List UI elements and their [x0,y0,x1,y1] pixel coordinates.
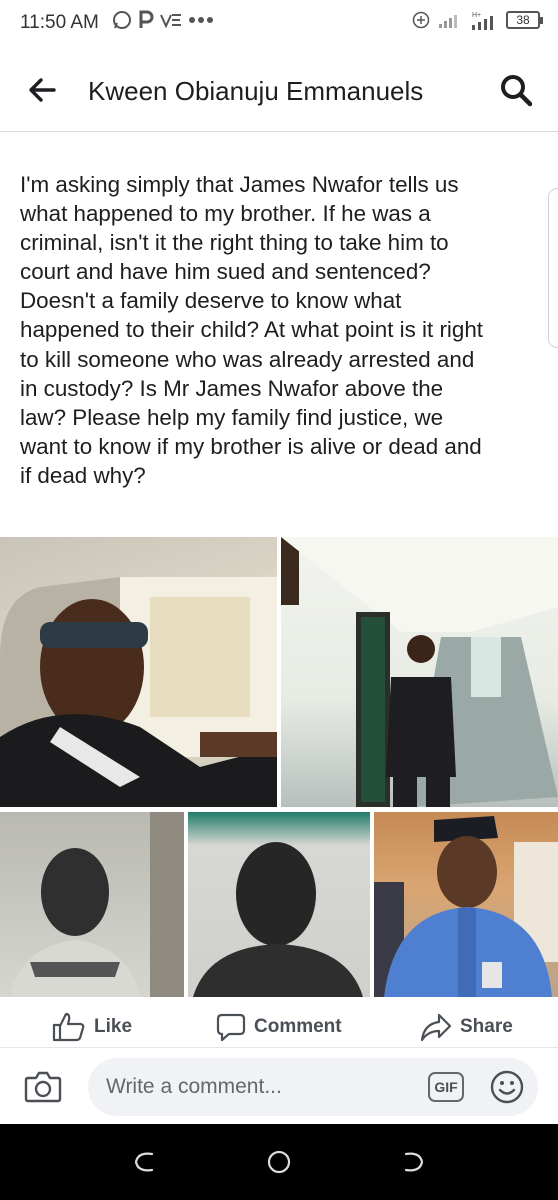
parking-app-icon [139,10,154,28]
photo-portrait-1-illustration [10,812,184,997]
signal-h-plus-icon: H+ [472,12,493,30]
post-photo-car[interactable] [0,537,277,807]
search-icon[interactable] [498,72,534,108]
page-header: Kween Obianuju Emmanuels [0,48,558,132]
whatsapp-icon [113,11,131,29]
post-photo-police-officer[interactable] [374,812,558,997]
post-photo-portrait-1[interactable] [0,812,184,997]
post-actions-bar: Like Comment Share [0,1004,558,1048]
thumbs-up-icon [52,1012,85,1042]
notification-icons [112,10,214,30]
app-icon [160,14,181,28]
emoji-icon[interactable] [490,1070,524,1104]
back-arrow-icon[interactable] [26,74,58,106]
clipped-text-line [22,128,222,136]
post-photo-portrait-2[interactable] [188,812,370,997]
like-label: Like [94,1016,133,1037]
comment-button[interactable]: Comment [216,1012,342,1042]
nav-back-icon[interactable] [132,1150,156,1174]
photo-portrait-2-illustration [193,842,363,997]
share-arrow-icon [420,1013,452,1042]
svg-text:H+: H+ [472,12,481,19]
comment-label: Comment [254,1016,342,1037]
side-panel-edge [548,188,558,348]
more-notifications-icon [189,17,213,23]
post-body-text: I'm asking simply that James Nwafor tell… [20,172,484,488]
share-label: Share [460,1016,513,1037]
status-right-icons: H+ 38 [412,10,543,30]
photo-hallway-illustration [281,537,558,807]
comment-bubble-icon [216,1013,246,1042]
post-photo-hallway[interactable] [281,537,558,807]
photo-man-in-car-illustration [0,577,277,807]
system-nav-bar [0,1124,558,1200]
battery-icon: 38 [506,11,543,29]
like-button[interactable]: Like [52,1012,132,1042]
signal-icon [439,15,457,28]
nav-recent-apps-icon[interactable] [402,1150,426,1174]
page-title: Kween Obianuju Emmanuels [88,76,424,106]
nav-home-icon[interactable] [267,1150,291,1174]
camera-icon[interactable] [24,1068,62,1104]
status-bar: 11:50 AM H+ 38 [0,0,558,48]
data-saver-icon [412,11,430,29]
status-time: 11:50 AM [20,12,99,33]
comment-composer: GIF [0,1048,558,1124]
gif-button[interactable]: GIF [428,1072,464,1102]
comment-input[interactable] [88,1058,538,1116]
photo-police-officer-illustration [374,816,558,997]
share-button[interactable]: Share [420,1012,513,1042]
